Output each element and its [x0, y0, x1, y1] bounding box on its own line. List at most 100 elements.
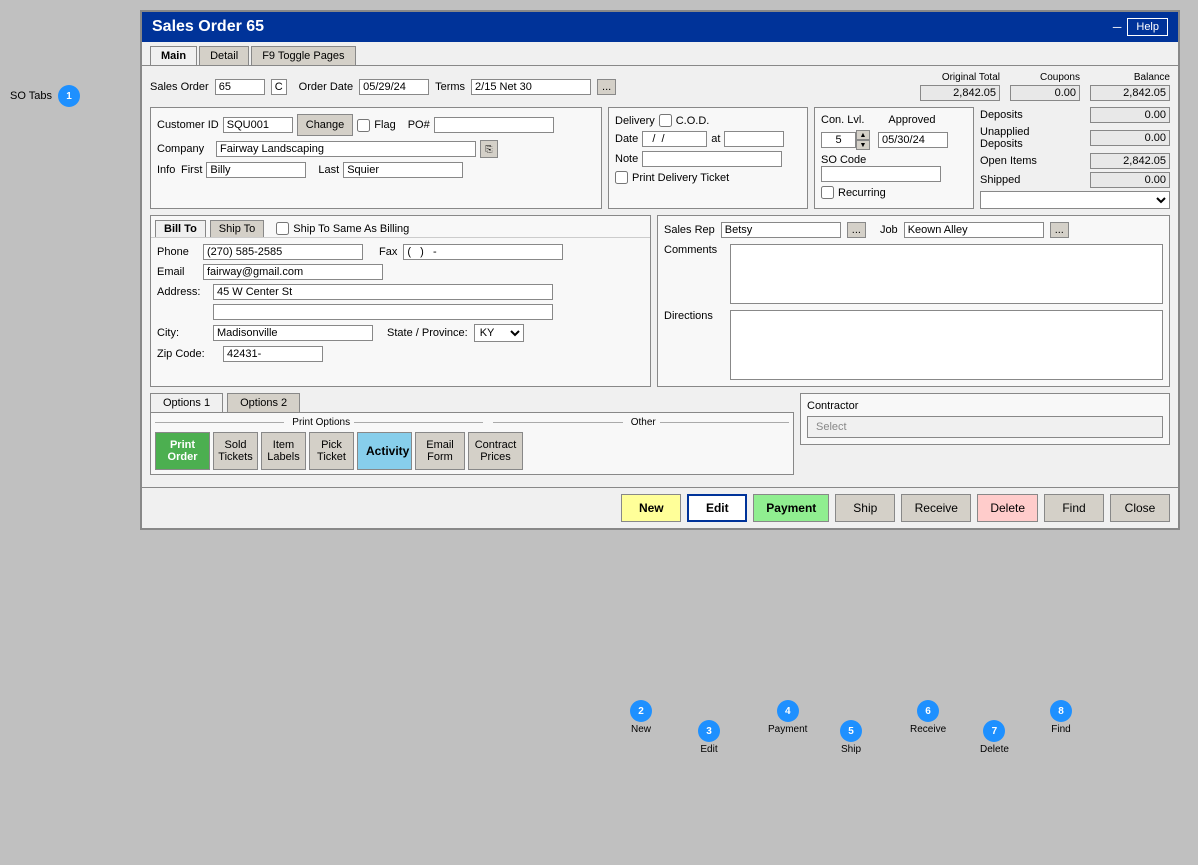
shipped-label: Shipped: [980, 174, 1020, 186]
badge-3-label: Edit: [700, 744, 717, 755]
sold-tickets-button[interactable]: SoldTickets: [213, 432, 258, 470]
city-input[interactable]: [213, 325, 373, 341]
contract-prices-button[interactable]: ContractPrices: [468, 432, 523, 470]
company-label: Company: [157, 143, 212, 155]
dropdown-select[interactable]: [980, 191, 1170, 209]
order-date-input[interactable]: [359, 79, 429, 95]
email-row: Email: [157, 264, 644, 280]
po-label: PO#: [408, 119, 430, 131]
pick-ticket-button[interactable]: PickTicket: [309, 432, 354, 470]
badge-8-label: Find: [1051, 724, 1070, 735]
edit-button[interactable]: Edit: [687, 494, 747, 522]
delivery-header: Delivery C.O.D.: [615, 114, 801, 127]
terms-dots-button[interactable]: ...: [597, 79, 616, 95]
unapplied-sub-label: Deposits: [980, 138, 1030, 150]
address-label: Address:: [157, 286, 207, 298]
sales-rep-input[interactable]: [721, 222, 841, 238]
con-lvl-down[interactable]: ▼: [856, 140, 870, 150]
job-input[interactable]: [904, 222, 1044, 238]
badge-6-group: 6 Receive: [910, 700, 946, 735]
sales-order-number[interactable]: 65: [215, 79, 265, 95]
unapplied-value: [1090, 130, 1170, 146]
badge-6: 6: [917, 700, 939, 722]
tab-main[interactable]: Main: [150, 46, 197, 65]
copy-icon-button[interactable]: ⎘: [480, 140, 498, 158]
options-content: Print Options Other Print Order SoldTick…: [150, 412, 794, 475]
con-lvl-box: Con. Lvl. Approved ▲ ▼ SO Code: [814, 107, 974, 209]
badge-2-group: 2 New: [630, 700, 652, 735]
delivery-date-label: Date: [615, 133, 638, 145]
so-code-label: SO Code: [821, 154, 866, 166]
badge-6-label: Receive: [910, 724, 946, 735]
badge-2: 2: [630, 700, 652, 722]
options-tab-1[interactable]: Options 1: [150, 393, 223, 412]
ship-to-tab[interactable]: Ship To: [210, 220, 265, 237]
last-input[interactable]: [343, 162, 463, 178]
ship-button[interactable]: Ship: [835, 494, 895, 522]
tab-detail[interactable]: Detail: [199, 46, 249, 65]
approved-date-input[interactable]: [878, 132, 948, 148]
same-as-billing-label: Ship To Same As Billing: [293, 223, 409, 235]
receive-button[interactable]: Receive: [901, 494, 971, 522]
comments-textarea[interactable]: [730, 244, 1163, 304]
find-button[interactable]: Find: [1044, 494, 1104, 522]
con-lvl-input[interactable]: [821, 132, 856, 148]
billing-tabs-row: Bill To Ship To Ship To Same As Billing: [151, 216, 650, 238]
deposits-label: Deposits: [980, 109, 1023, 121]
payment-button[interactable]: Payment: [753, 494, 829, 522]
billing-left-box: Bill To Ship To Ship To Same As Billing …: [150, 215, 651, 387]
state-select[interactable]: KY: [474, 324, 524, 342]
job-dots[interactable]: ...: [1050, 222, 1069, 238]
same-as-billing-checkbox[interactable]: [276, 222, 289, 235]
city-label: City:: [157, 327, 207, 339]
item-labels-button[interactable]: ItemLabels: [261, 432, 306, 470]
options-contractor-row: Options 1 Options 2 Print Options Other: [150, 393, 1170, 475]
tab-toggle[interactable]: F9 Toggle Pages: [251, 46, 355, 65]
con-lvl-value-row: ▲ ▼: [821, 130, 967, 150]
order-date-label: Order Date: [299, 81, 353, 93]
sales-rep-dots[interactable]: ...: [847, 222, 866, 238]
select-contractor-button[interactable]: Select: [807, 416, 1163, 438]
email-input[interactable]: [203, 264, 383, 280]
close-button[interactable]: Close: [1110, 494, 1170, 522]
recurring-checkbox[interactable]: [821, 186, 834, 199]
note-label: Note: [615, 153, 638, 165]
flag-checkbox[interactable]: [357, 119, 370, 132]
note-input[interactable]: [642, 151, 782, 167]
options-tab-2[interactable]: Options 2: [227, 393, 300, 412]
sales-rep-row: Sales Rep ... Job ...: [664, 222, 1163, 238]
print-ticket-checkbox[interactable]: [615, 171, 628, 184]
cod-checkbox[interactable]: [659, 114, 672, 127]
delivery-date-input[interactable]: [642, 131, 707, 147]
po-input[interactable]: [434, 117, 554, 133]
change-button[interactable]: Change: [297, 114, 354, 136]
content-area: Sales Order 65 C Order Date Terms ... Or…: [142, 66, 1178, 487]
directions-textarea[interactable]: [730, 310, 1163, 380]
at-input[interactable]: [724, 131, 784, 147]
con-lvl-up[interactable]: ▲: [856, 130, 870, 140]
new-button[interactable]: New: [621, 494, 681, 522]
delete-button[interactable]: Delete: [977, 494, 1038, 522]
zip-input[interactable]: [223, 346, 323, 362]
original-total-label: Original Total: [942, 72, 1000, 83]
terms-input[interactable]: [471, 79, 591, 95]
print-order-button[interactable]: Print Order: [155, 432, 210, 470]
phone-input[interactable]: [203, 244, 363, 260]
customer-id-input[interactable]: [223, 117, 293, 133]
job-label: Job: [880, 224, 898, 236]
bill-to-tab[interactable]: Bill To: [155, 220, 206, 237]
state-label: State / Province:: [387, 327, 468, 339]
address1-input[interactable]: [213, 284, 553, 300]
email-form-button[interactable]: EmailForm: [415, 432, 465, 470]
unapplied-row: Unapplied Deposits: [980, 126, 1170, 150]
activity-button[interactable]: Activity: [357, 432, 412, 470]
shipped-value: [1090, 172, 1170, 188]
fax-input[interactable]: [403, 244, 563, 260]
so-code-input[interactable]: [821, 166, 941, 182]
company-row: Company ⎘: [157, 140, 595, 158]
help-button[interactable]: Help: [1127, 18, 1168, 36]
first-input[interactable]: [206, 162, 306, 178]
badge-7-label: Delete: [980, 744, 1009, 755]
address2-input[interactable]: [213, 304, 553, 320]
company-input[interactable]: [216, 141, 476, 157]
